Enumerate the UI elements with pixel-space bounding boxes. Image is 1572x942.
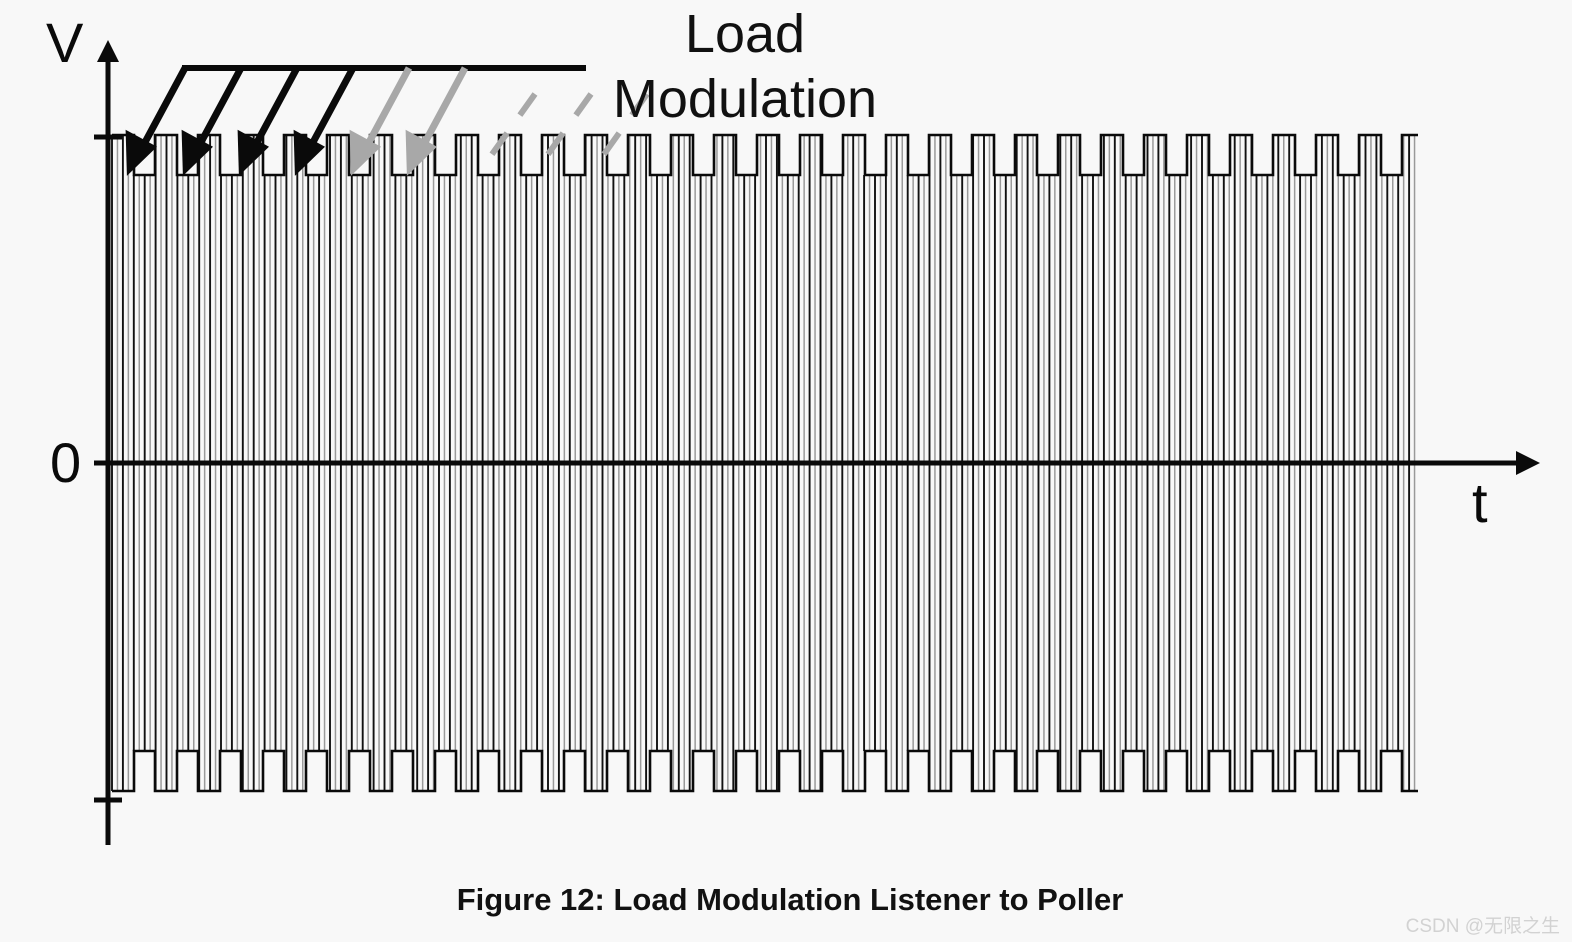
watermark: CSDN @无限之生 bbox=[1406, 915, 1560, 937]
y-axis-label: V bbox=[46, 11, 84, 74]
figure-container: V t 0 Load Modulation Figure 12: Load Mo… bbox=[0, 0, 1572, 942]
background bbox=[0, 0, 1572, 942]
title-line-2: Modulation bbox=[613, 69, 877, 129]
title-line-1: Load bbox=[685, 4, 805, 64]
load-modulation-diagram: V t 0 Load Modulation Figure 12: Load Mo… bbox=[0, 0, 1572, 942]
zero-tick-label: 0 bbox=[50, 431, 81, 494]
figure-caption: Figure 12: Load Modulation Listener to P… bbox=[457, 882, 1124, 917]
x-axis-label: t bbox=[1472, 471, 1488, 534]
